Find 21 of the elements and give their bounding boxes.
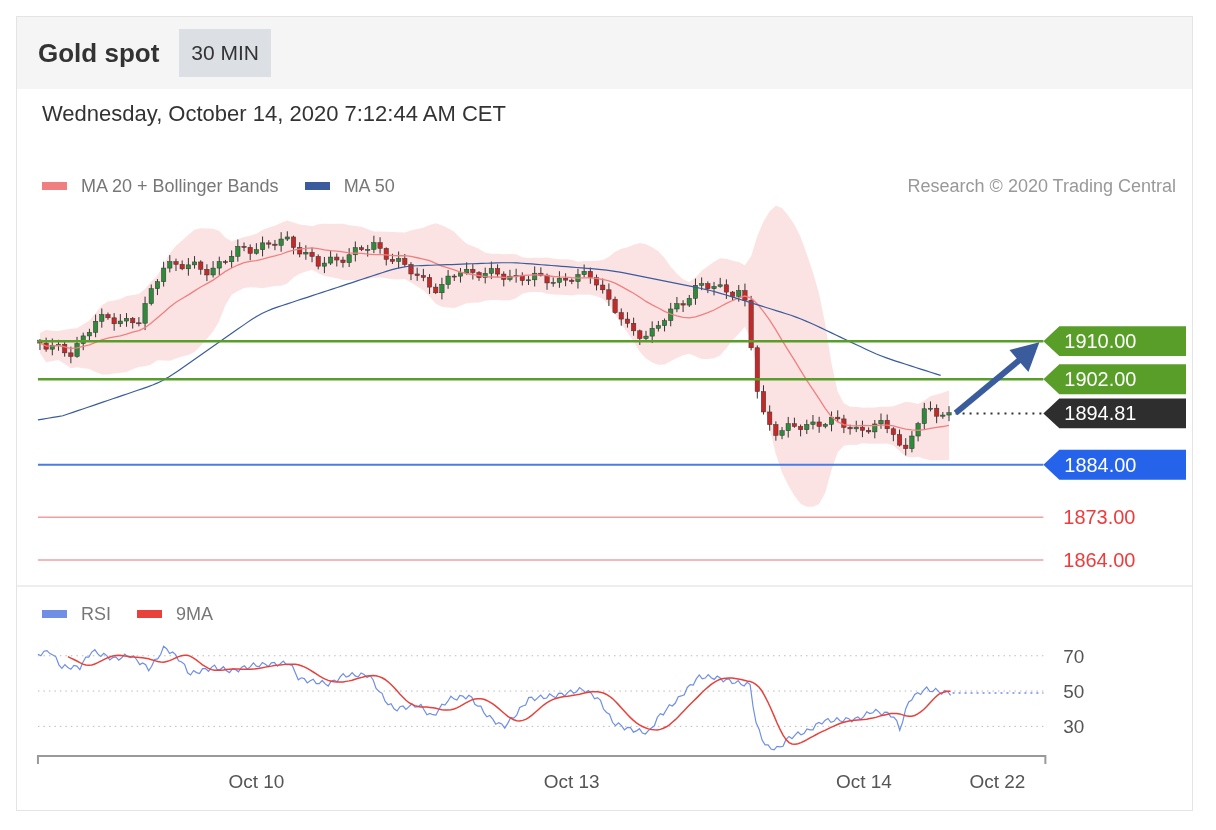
axis-tick-label: Oct 13 [543,770,600,792]
price-label: 1864.00 [1063,548,1136,571]
axis-tick-label: 50 [1063,681,1085,703]
axis-tick-label: Oct 14 [835,770,892,792]
axis-tick-label: Oct 22 [969,770,1026,792]
interval-label: 30 MIN [179,29,271,77]
price-tag: 1894.81 [1043,398,1186,429]
price-label: 1873.00 [1063,506,1136,529]
legend-label: MA 20 + Bollinger Bands [81,175,279,197]
credit-text: Research © 2020 Trading Central [907,175,1176,197]
price-tag: 1902.00 [1043,364,1186,395]
legend-label: MA 50 [343,175,395,197]
price-tag: 1910.00 [1043,326,1186,357]
legend-label: RSI [81,603,111,625]
legend-label: 9MA [176,603,214,625]
axis-tick-label: Oct 10 [228,770,285,792]
instrument-title: Gold spot [38,37,160,69]
timestamp: Wednesday, October 14, 2020 7:12:44 AM CET [41,100,507,128]
axis-tick-label: 30 [1063,716,1085,738]
axis-tick-label: 70 [1063,645,1085,667]
price-tag: 1884.00 [1043,449,1186,480]
